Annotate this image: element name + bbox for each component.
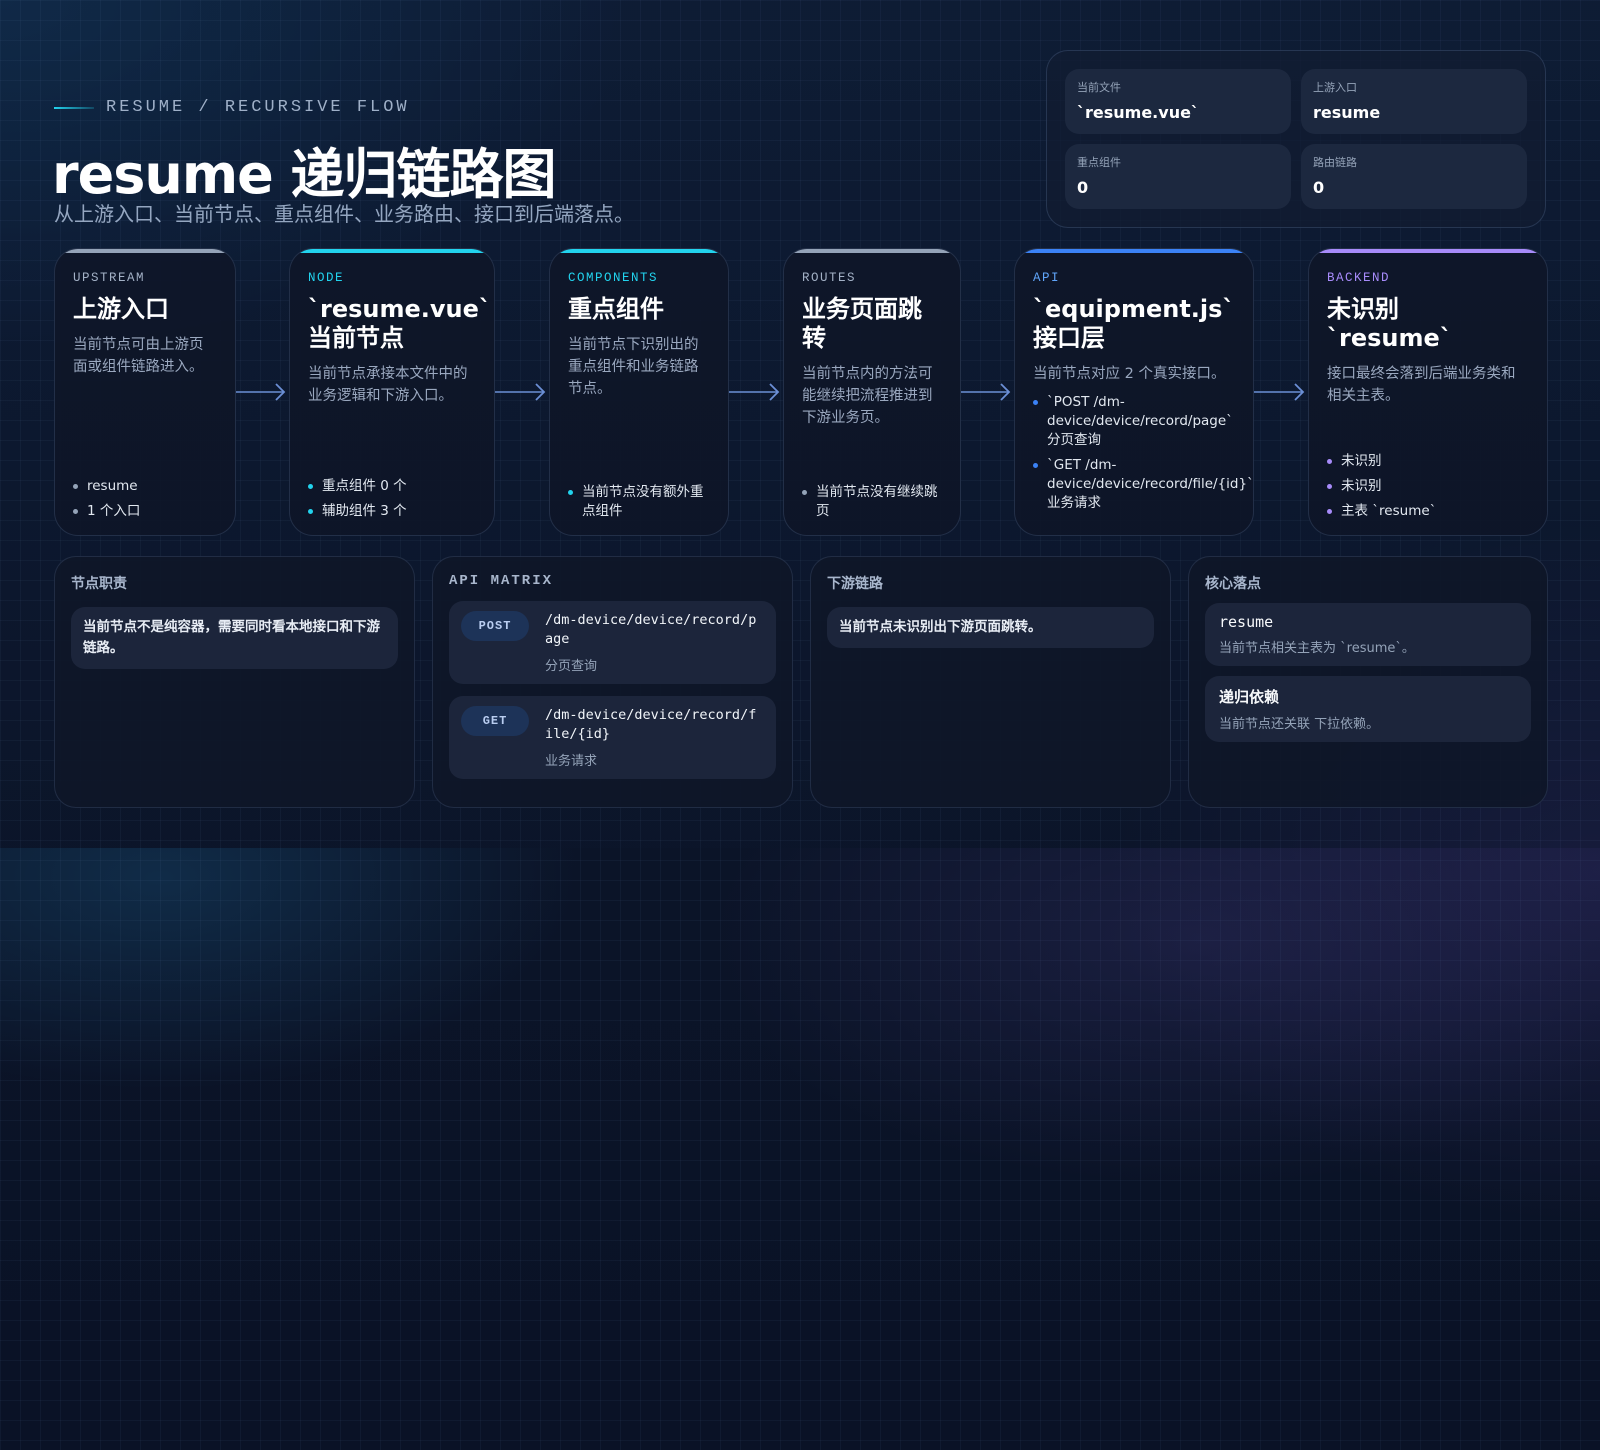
- panel-text: 当前节点未识别出下游页面跳转。: [827, 607, 1154, 648]
- core-item-description: 当前节点相关主表为 `resume`。: [1219, 641, 1415, 656]
- stat-value: `resume.vue`: [1077, 103, 1199, 122]
- card-tag: ROUTES: [802, 271, 857, 285]
- panel-text: 当前节点不是纯容器，需要同时看本地接口和下游链路。: [71, 607, 398, 669]
- stats-panel: 当前文件 `resume.vue` 上游入口 resume 重点组件 0 路由链…: [1046, 50, 1546, 228]
- card-title: 重点组件: [568, 295, 664, 323]
- api-row: GET /dm-device/device/record/file/{id} 业…: [449, 696, 776, 779]
- list-item: `POST /dm-device/device/record/page` 分页查…: [1033, 393, 1235, 450]
- card-description: 当前节点内的方法可能继续把流程推进到下游业务页。: [802, 366, 933, 426]
- stat-key-components: 重点组件 0: [1065, 144, 1291, 209]
- stat-value: 0: [1077, 178, 1089, 197]
- card-tag: COMPONENTS: [568, 271, 659, 285]
- api-description: 业务请求: [545, 754, 598, 769]
- api-row: POST /dm-device/device/record/page 分页查询: [449, 601, 776, 684]
- card-upstream: UPSTREAM 上游入口 当前节点可由上游页面或组件链路进入。 resume …: [54, 248, 236, 536]
- list-item: 1 个入口: [73, 502, 219, 521]
- stat-value: 0: [1313, 178, 1325, 197]
- list-item: 未识别: [1327, 477, 1531, 496]
- card-tag: NODE: [308, 271, 345, 285]
- card-routes: ROUTES 业务页面跳转 当前节点内的方法可能继续把流程推进到下游业务页。 当…: [783, 248, 961, 536]
- api-info: /dm-device/device/record/page 分页查询: [545, 611, 764, 674]
- stat-label: 上游入口: [1313, 81, 1357, 94]
- card-components: COMPONENTS 重点组件 当前节点下识别出的重点组件和业务链路节点。 当前…: [549, 248, 729, 536]
- flow-arrow-icon: [495, 383, 546, 401]
- card-description: 当前节点可由上游页面或组件链路进入。: [73, 337, 204, 375]
- list-item: `GET /dm-device/device/record/file/{id}`…: [1033, 456, 1253, 513]
- list-item: resume: [73, 477, 219, 496]
- method-badge: GET: [461, 706, 529, 736]
- flow-arrow-icon: [961, 383, 1011, 401]
- card-description: 当前节点对应 2 个真实接口。: [1033, 366, 1226, 382]
- stat-route-links: 路由链路 0: [1301, 144, 1527, 209]
- stat-current-file: 当前文件 `resume.vue`: [1065, 69, 1291, 134]
- card-description: 接口最终会落到后端业务类和相关主表。: [1327, 366, 1516, 404]
- card-tag: BACKEND: [1327, 271, 1391, 285]
- eyebrow: RESUME / RECURSIVE FLOW: [54, 98, 410, 117]
- card-title: `equipment.js` 接口层: [1033, 295, 1235, 352]
- flow-arrow-icon: [1254, 383, 1305, 401]
- api-info: /dm-device/device/record/file/{id} 业务请求: [545, 706, 764, 769]
- list-item: 主表 `resume`: [1327, 502, 1531, 521]
- card-backend: BACKEND 未识别 `resume` 接口最终会落到后端业务类和相关主表。 …: [1308, 248, 1548, 536]
- card-tag: API: [1033, 271, 1061, 285]
- card-api: API `equipment.js` 接口层 当前节点对应 2 个真实接口。 `…: [1014, 248, 1254, 536]
- core-item: 递归依赖 当前节点还关联 下拉依赖。: [1205, 676, 1531, 742]
- card-list: `POST /dm-device/device/record/page` 分页查…: [1033, 393, 1253, 513]
- stat-label: 路由链路: [1313, 156, 1357, 169]
- card-list: 未识别 未识别 主表 `resume`: [1327, 446, 1531, 521]
- core-item-description: 当前节点还关联 下拉依赖。: [1219, 717, 1380, 732]
- core-item-title: 递归依赖: [1219, 688, 1280, 706]
- panel-title: 下游链路: [827, 576, 883, 592]
- panel-title: API MATRIX: [449, 573, 554, 589]
- card-description: 当前节点下识别出的重点组件和业务链路节点。: [568, 337, 699, 397]
- card-list: resume 1 个入口: [73, 471, 219, 521]
- panel-api-matrix: API MATRIX POST /dm-device/device/record…: [432, 556, 793, 808]
- card-list: 当前节点没有额外重点组件: [568, 477, 712, 521]
- panel-title: 核心落点: [1205, 576, 1261, 592]
- stat-label: 重点组件: [1077, 156, 1121, 169]
- list-item: 当前节点没有继续跳页: [802, 483, 944, 521]
- api-description: 分页查询: [545, 659, 598, 674]
- panel-title: 节点职责: [71, 576, 127, 592]
- list-item: 辅助组件 3 个: [308, 502, 478, 521]
- core-item: resume 当前节点相关主表为 `resume`。: [1205, 603, 1531, 666]
- eyebrow-text: RESUME / RECURSIVE FLOW: [106, 98, 410, 117]
- stat-value: resume: [1313, 103, 1381, 122]
- core-item-title: resume: [1219, 613, 1274, 631]
- panel-node-duty: 节点职责 当前节点不是纯容器，需要同时看本地接口和下游链路。: [54, 556, 415, 808]
- card-title: 业务页面跳转: [802, 295, 922, 352]
- panel-core: 核心落点 resume 当前节点相关主表为 `resume`。 递归依赖 当前节…: [1188, 556, 1548, 808]
- flow-arrow-icon: [236, 383, 286, 401]
- flow-arrow-icon: [729, 383, 780, 401]
- card-tag: UPSTREAM: [73, 271, 146, 285]
- card-title: 上游入口: [73, 295, 169, 323]
- card-list: 重点组件 0 个 辅助组件 3 个: [308, 471, 478, 521]
- api-path: /dm-device/device/record/file/{id}: [545, 707, 757, 742]
- list-item: 重点组件 0 个: [308, 477, 478, 496]
- page-subtitle: 从上游入口、当前节点、重点组件、业务路由、接口到后端落点。: [54, 202, 634, 226]
- card-title: `resume.vue` 当前节点: [308, 295, 491, 352]
- flow-diagram: RESUME / RECURSIVE FLOW resume 递归链路图 从上游…: [0, 0, 1600, 848]
- card-description: 当前节点承接本文件中的业务逻辑和下游入口。: [308, 366, 468, 404]
- stat-upstream-entry: 上游入口 resume: [1301, 69, 1527, 134]
- panel-downstream: 下游链路 当前节点未识别出下游页面跳转。: [810, 556, 1171, 808]
- api-path: /dm-device/device/record/page: [545, 612, 757, 647]
- eyebrow-line: [54, 106, 94, 109]
- method-badge: POST: [461, 611, 529, 641]
- card-node: NODE `resume.vue` 当前节点 当前节点承接本文件中的业务逻辑和下…: [289, 248, 495, 536]
- list-item: 当前节点没有额外重点组件: [568, 483, 712, 521]
- stat-label: 当前文件: [1077, 81, 1121, 94]
- card-list: 当前节点没有继续跳页: [802, 477, 944, 521]
- bottom-section-background: [0, 848, 1600, 1450]
- list-item: 未识别: [1327, 452, 1531, 471]
- card-title: 未识别 `resume`: [1327, 295, 1452, 352]
